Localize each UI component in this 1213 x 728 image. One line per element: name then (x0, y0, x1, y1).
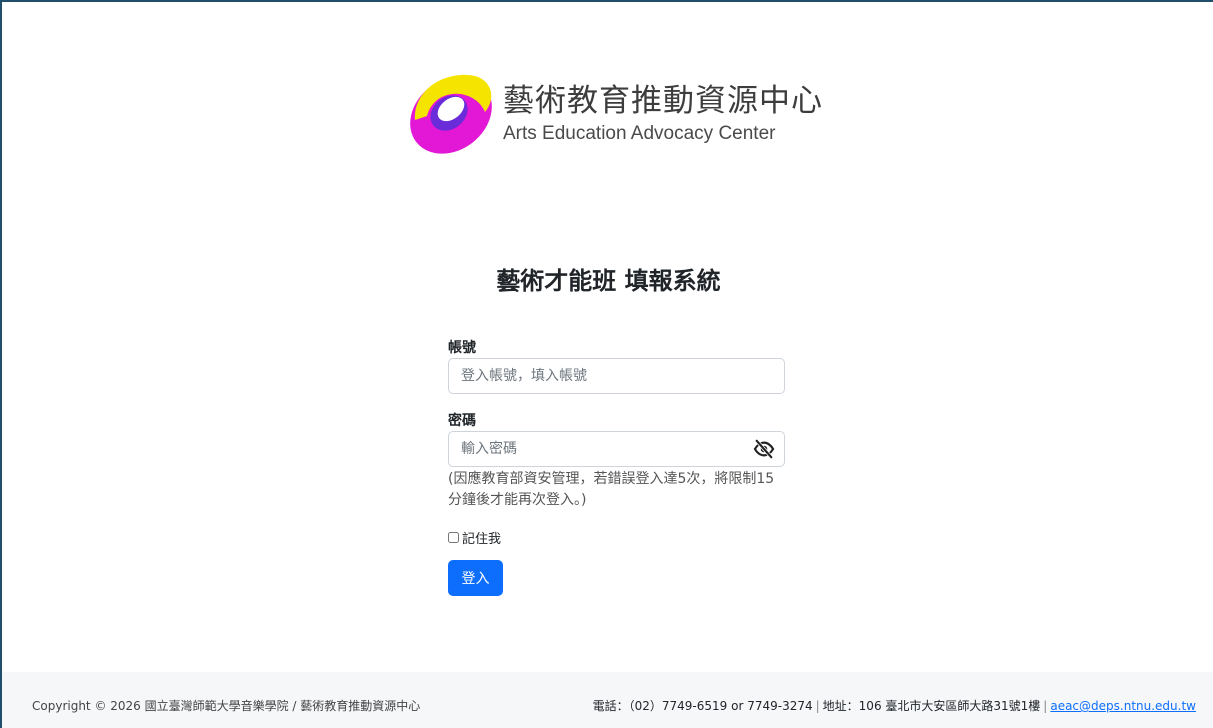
account-input[interactable] (448, 358, 785, 394)
password-field-wrap (448, 431, 785, 467)
logo-mark-icon (410, 74, 492, 154)
password-label: 密碼 (448, 413, 476, 429)
login-button[interactable]: 登入 (448, 560, 503, 596)
footer: Copyright © 2026 國立臺灣師範大學音樂學院 / 藝術教育推動資源… (2, 672, 1213, 728)
remember-me-checkbox[interactable] (448, 532, 459, 543)
logo-text: 藝術教育推動資源中心 Arts Education Advocacy Cente… (503, 82, 823, 147)
footer-contact: 電話：（02）7749-6519 or 7749-3274 | 地址：106 臺北市… (593, 697, 1196, 714)
footer-separator: | (815, 699, 820, 713)
remember-me[interactable]: 記住我 (448, 528, 785, 547)
site-logo[interactable]: 藝術教育推動資源中心 Arts Education Advocacy Cente… (405, 66, 823, 162)
remember-me-label: 記住我 (462, 532, 502, 547)
page-frame: 藝術教育推動資源中心 Arts Education Advocacy Cente… (0, 0, 1213, 728)
account-label: 帳號 (448, 340, 476, 356)
login-attempt-note: (因應教育部資安管理，若錯誤登入達5次，將限制15分鐘後才能再次登入。) (448, 471, 775, 508)
footer-email-link[interactable]: aeac@deps.ntnu.edu.tw (1050, 699, 1196, 713)
footer-separator: | (1043, 699, 1048, 713)
footer-phone: 電話：（02）7749-6519 or 7749-3274 (592, 699, 813, 713)
logo-name-cn: 藝術教育推動資源中心 (503, 82, 823, 119)
password-input[interactable] (448, 431, 785, 467)
page-title: 藝術才能班 填報系統 (496, 267, 721, 295)
logo-name-en: Arts Education Advocacy Center (503, 122, 776, 144)
eye-slash-icon[interactable] (753, 439, 775, 459)
footer-address: 地址：106 臺北市大安區師大路31號1樓 (822, 699, 1041, 713)
login-form: 帳號 密碼 (因應教育部資安管理，若錯誤登入達5次，將限制15分鐘後才能再次登入… (448, 338, 785, 596)
footer-copyright: Copyright © 2026 國立臺灣師範大學音樂學院 / 藝術教育推動資源… (32, 699, 421, 713)
